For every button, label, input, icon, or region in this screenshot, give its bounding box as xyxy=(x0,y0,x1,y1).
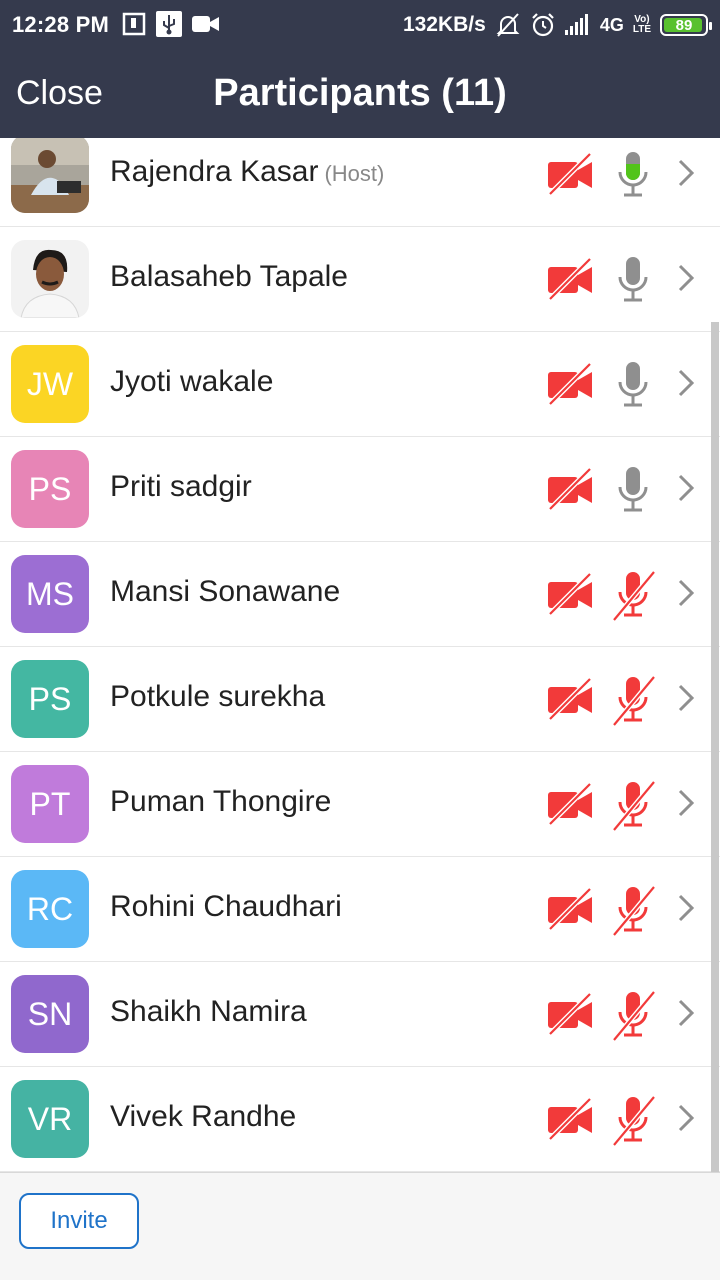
participant-name: Potkule surekha xyxy=(110,680,325,714)
participant-name-text: Rajendra Kasar xyxy=(110,155,319,188)
participant-row[interactable]: PS Potkule surekha xyxy=(0,647,720,752)
participant-name-text: Jyoti wakale xyxy=(110,365,274,398)
video-off-icon xyxy=(546,257,594,301)
chevron-right-icon[interactable] xyxy=(674,263,698,293)
status-time: 12:28 PM xyxy=(12,12,109,37)
participant-name: Puman Thongire xyxy=(110,785,331,819)
status-right: 132KB/s 4G Vo) LTE 89 xyxy=(402,11,712,39)
avatar-initials: PS xyxy=(11,450,89,528)
chevron-right-icon[interactable] xyxy=(674,1103,698,1133)
avatar-initials: PS xyxy=(11,660,89,738)
participant-name-text: Mansi Sonawane xyxy=(110,575,341,608)
avatar-initials: SN xyxy=(11,975,89,1053)
participant-row[interactable]: Balasaheb Tapale xyxy=(0,227,720,332)
chevron-right-icon[interactable] xyxy=(674,893,698,923)
participant-name-text: Rohini Chaudhari xyxy=(110,890,342,923)
participant-name: Priti sadgir xyxy=(110,470,252,504)
video-off-icon xyxy=(546,677,594,721)
page-title: Participants (11) xyxy=(213,72,507,114)
participant-name: Shaikh Namira xyxy=(110,995,307,1029)
participant-name: Rajendra Kasar (Host) xyxy=(110,155,384,189)
video-off-icon xyxy=(546,992,594,1036)
participant-row[interactable]: JW Jyoti wakale xyxy=(0,332,720,437)
participant-name: Rohini Chaudhari xyxy=(110,890,342,924)
mic-muted-icon xyxy=(612,1093,656,1147)
avatar-initials: MS xyxy=(11,555,89,633)
header: 12:28 PM 132KB/s 4G Vo) LTE 89 Close Par… xyxy=(0,0,720,138)
chevron-right-icon[interactable] xyxy=(674,788,698,818)
chevron-right-icon[interactable] xyxy=(674,368,698,398)
participant-name-text: Balasaheb Tapale xyxy=(110,260,348,293)
participant-name: Mansi Sonawane xyxy=(110,575,340,609)
mic-muted-icon xyxy=(612,988,656,1042)
network-speed: 132KB/s xyxy=(402,13,486,36)
participant-row[interactable]: PT Puman Thongire xyxy=(0,752,720,857)
video-off-icon xyxy=(546,362,594,406)
participant-row[interactable]: MS Mansi Sonawane xyxy=(0,542,720,647)
mic-muted-icon xyxy=(612,883,656,937)
chevron-right-icon[interactable] xyxy=(674,158,698,188)
title-bar: Close Participants (11) xyxy=(0,50,720,138)
participant-row[interactable]: SN Shaikh Namira xyxy=(0,962,720,1067)
microphone-icon xyxy=(612,148,656,202)
microphone-icon xyxy=(612,358,656,412)
chevron-right-icon[interactable] xyxy=(674,683,698,713)
participant-list[interactable]: Rajendra Kasar (Host) Balasaheb Tapale JW Jy… xyxy=(0,138,720,1172)
notification-icons xyxy=(122,11,220,37)
alarm-icon xyxy=(532,13,554,37)
battery-level: 89 xyxy=(675,16,693,34)
avatar-photo xyxy=(11,240,89,318)
microphone-icon xyxy=(612,253,656,307)
participant-name-text: Puman Thongire xyxy=(110,785,332,818)
video-off-icon xyxy=(546,782,594,826)
participant-name-text: Shaikh Namira xyxy=(110,995,307,1028)
participant-name: Balasaheb Tapale xyxy=(110,260,348,294)
participant-name-text: Vivek Randhe xyxy=(110,1100,297,1133)
avatar-initials: VR xyxy=(11,1080,89,1158)
volte-indicator: Vo) LTE xyxy=(632,14,651,35)
participant-name: Jyoti wakale xyxy=(110,365,273,399)
chevron-right-icon[interactable] xyxy=(674,473,698,503)
video-off-icon xyxy=(546,887,594,931)
scrollbar[interactable] xyxy=(711,322,719,1172)
participant-row[interactable]: RC Rohini Chaudhari xyxy=(0,857,720,962)
signal-icon xyxy=(564,14,588,35)
mic-muted-icon xyxy=(612,673,656,727)
status-bar: 12:28 PM 132KB/s 4G Vo) LTE 89 xyxy=(0,0,720,50)
participant-name-text: Potkule surekha xyxy=(110,680,326,713)
avatar-initials: PT xyxy=(11,765,89,843)
chevron-right-icon[interactable] xyxy=(674,998,698,1028)
usb-icon xyxy=(156,11,182,37)
muted-bell-icon xyxy=(496,13,520,37)
avatar-initials: RC xyxy=(11,870,89,948)
host-label: (Host) xyxy=(324,161,385,186)
video-off-icon xyxy=(546,467,594,511)
chevron-right-icon[interactable] xyxy=(674,578,698,608)
participant-name: Vivek Randhe xyxy=(110,1100,296,1134)
invite-button[interactable]: Invite xyxy=(19,1193,139,1249)
network-type: 4G xyxy=(599,14,624,35)
video-off-icon xyxy=(546,1097,594,1141)
sim-icon xyxy=(122,12,146,36)
participant-row[interactable]: VR Vivek Randhe xyxy=(0,1067,720,1172)
mic-muted-icon xyxy=(612,568,656,622)
avatar-photo xyxy=(11,138,89,213)
video-off-icon xyxy=(546,572,594,616)
footer-bar: Invite xyxy=(0,1172,720,1280)
participant-row[interactable]: Rajendra Kasar (Host) xyxy=(0,138,720,227)
participant-row[interactable]: PS Priti sadgir xyxy=(0,437,720,542)
participant-name-text: Priti sadgir xyxy=(110,470,252,503)
video-camera-icon xyxy=(192,16,219,32)
mic-muted-icon xyxy=(612,778,656,832)
microphone-icon xyxy=(612,463,656,517)
video-off-icon xyxy=(546,152,594,196)
participants-screen: 12:28 PM 132KB/s 4G Vo) LTE 89 Close Par… xyxy=(0,0,720,1280)
avatar-initials: JW xyxy=(11,345,89,423)
battery-icon: 89 xyxy=(660,14,712,36)
